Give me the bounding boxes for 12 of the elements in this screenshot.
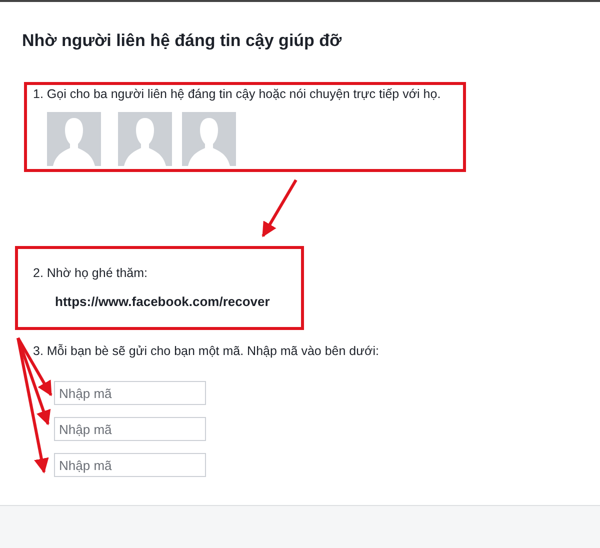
code-field[interactable]: Nhập mã [54,453,206,477]
dialog-title: Nhờ người liên hệ đáng tin cậy giúp đỡ [21,30,343,52]
recover-link[interactable]: https://www.facebook.com/recover [55,294,301,309]
avatar-icon [47,112,101,166]
annotation-arrow [262,179,298,238]
step-text: 1. Gọi cho ba người liên hệ đáng tin cậy hoặc nói chuyện trực tiếp với họ. [33,86,442,102]
step-text: 3. Mỗi bạn bè sẽ gửi cho bạn một mã. Nhập mã vào bên dưới: [33,343,380,359]
avatar-icon [182,112,236,166]
step-text: 2. Nhờ họ ghé thăm: [33,265,149,281]
code-field[interactable]: Nhập mã [54,381,206,405]
avatar-icon [118,112,172,166]
code-field[interactable]: Nhập mã [54,417,206,441]
